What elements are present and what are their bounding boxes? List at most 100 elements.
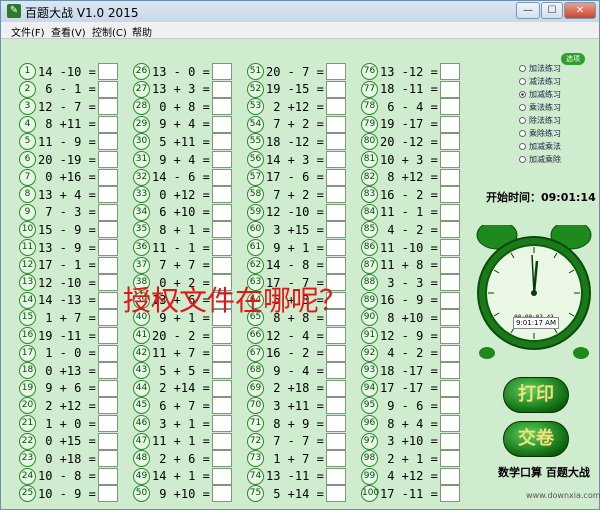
radio-icon[interactable] bbox=[519, 143, 526, 150]
answer-input[interactable] bbox=[325, 327, 346, 344]
answer-input[interactable] bbox=[97, 203, 118, 221]
close-button[interactable]: ✕ bbox=[564, 2, 596, 19]
answer-input[interactable] bbox=[325, 415, 346, 432]
answer-input[interactable] bbox=[211, 450, 232, 468]
mode-option[interactable]: 加法练习 bbox=[519, 63, 561, 74]
answer-input[interactable] bbox=[97, 485, 118, 503]
menu-view[interactable]: 查看(V) bbox=[51, 24, 86, 39]
answer-input[interactable] bbox=[325, 256, 346, 274]
answer-input[interactable] bbox=[211, 344, 232, 362]
answer-input[interactable] bbox=[325, 397, 346, 415]
answer-input[interactable] bbox=[439, 327, 460, 344]
answer-input[interactable] bbox=[325, 344, 346, 362]
answer-input[interactable] bbox=[97, 115, 118, 133]
answer-input[interactable] bbox=[97, 450, 118, 468]
answer-input[interactable] bbox=[211, 115, 232, 133]
answer-input[interactable] bbox=[439, 450, 460, 468]
answer-input[interactable] bbox=[439, 221, 460, 239]
answer-input[interactable] bbox=[211, 168, 232, 186]
mode-option[interactable]: 乘法练习 bbox=[519, 102, 561, 113]
answer-input[interactable] bbox=[439, 485, 460, 503]
mode-option[interactable]: 加减练习 bbox=[519, 89, 561, 100]
answer-input[interactable] bbox=[439, 256, 460, 274]
mode-option[interactable]: 除法练习 bbox=[519, 115, 561, 126]
mode-option[interactable]: 减法练习 bbox=[519, 76, 561, 87]
answer-input[interactable] bbox=[439, 415, 460, 432]
answer-input[interactable] bbox=[325, 450, 346, 468]
radio-icon[interactable] bbox=[519, 65, 526, 72]
answer-input[interactable] bbox=[211, 133, 232, 151]
answer-input[interactable] bbox=[211, 379, 232, 397]
answer-input[interactable] bbox=[97, 362, 118, 380]
answer-input[interactable] bbox=[439, 467, 460, 485]
menu-control[interactable]: 控制(C) bbox=[92, 24, 127, 39]
answer-input[interactable] bbox=[211, 256, 232, 274]
answer-input[interactable] bbox=[325, 239, 346, 256]
answer-input[interactable] bbox=[325, 63, 346, 80]
answer-input[interactable] bbox=[439, 203, 460, 221]
answer-input[interactable] bbox=[211, 432, 232, 450]
answer-input[interactable] bbox=[97, 344, 118, 362]
answer-input[interactable] bbox=[439, 362, 460, 380]
answer-input[interactable] bbox=[325, 168, 346, 186]
menu-file[interactable]: 文件(F) bbox=[11, 24, 45, 39]
answer-input[interactable] bbox=[97, 379, 118, 397]
answer-input[interactable] bbox=[325, 115, 346, 133]
answer-input[interactable] bbox=[439, 80, 460, 98]
answer-input[interactable] bbox=[325, 221, 346, 239]
answer-input[interactable] bbox=[97, 274, 118, 292]
answer-input[interactable] bbox=[97, 415, 118, 432]
answer-input[interactable] bbox=[97, 221, 118, 239]
answer-input[interactable] bbox=[211, 239, 232, 256]
answer-input[interactable] bbox=[211, 80, 232, 98]
menu-help[interactable]: 帮助 bbox=[132, 24, 152, 39]
answer-input[interactable] bbox=[325, 80, 346, 98]
print-button[interactable]: 打印 bbox=[503, 377, 569, 413]
answer-input[interactable] bbox=[211, 467, 232, 485]
answer-input[interactable] bbox=[211, 98, 232, 116]
answer-input[interactable] bbox=[97, 133, 118, 151]
answer-input[interactable] bbox=[439, 98, 460, 116]
answer-input[interactable] bbox=[97, 309, 118, 327]
answer-input[interactable] bbox=[439, 309, 460, 327]
answer-input[interactable] bbox=[211, 415, 232, 432]
mode-option[interactable]: 加减乘法 bbox=[519, 141, 561, 152]
answer-input[interactable] bbox=[325, 432, 346, 450]
answer-input[interactable] bbox=[211, 63, 232, 80]
mode-option[interactable]: 乘除练习 bbox=[519, 128, 561, 139]
mode-option[interactable]: 加减乘除 bbox=[519, 154, 561, 165]
answer-input[interactable] bbox=[211, 485, 232, 503]
answer-input[interactable] bbox=[325, 467, 346, 485]
answer-input[interactable] bbox=[439, 344, 460, 362]
answer-input[interactable] bbox=[211, 203, 232, 221]
radio-icon[interactable] bbox=[519, 156, 526, 163]
radio-icon[interactable] bbox=[519, 91, 526, 98]
title-bar[interactable]: ✎ 百题大战 V1.0 2015 — ☐ ✕ bbox=[1, 1, 599, 22]
answer-input[interactable] bbox=[325, 98, 346, 116]
radio-icon[interactable] bbox=[519, 130, 526, 137]
answer-input[interactable] bbox=[439, 274, 460, 292]
answer-input[interactable] bbox=[325, 186, 346, 204]
radio-icon[interactable] bbox=[519, 78, 526, 85]
answer-input[interactable] bbox=[325, 485, 346, 503]
answer-input[interactable] bbox=[211, 186, 232, 204]
answer-input[interactable] bbox=[325, 362, 346, 380]
radio-icon[interactable] bbox=[519, 104, 526, 111]
answer-input[interactable] bbox=[439, 239, 460, 256]
submit-button[interactable]: 交卷 bbox=[503, 421, 569, 457]
answer-input[interactable] bbox=[439, 63, 460, 80]
answer-input[interactable] bbox=[97, 151, 118, 168]
answer-input[interactable] bbox=[439, 432, 460, 450]
answer-input[interactable] bbox=[325, 379, 346, 397]
answer-input[interactable] bbox=[325, 203, 346, 221]
answer-input[interactable] bbox=[439, 397, 460, 415]
answer-input[interactable] bbox=[97, 168, 118, 186]
answer-input[interactable] bbox=[97, 291, 118, 309]
answer-input[interactable] bbox=[325, 133, 346, 151]
answer-input[interactable] bbox=[97, 63, 118, 80]
answer-input[interactable] bbox=[97, 98, 118, 116]
answer-input[interactable] bbox=[97, 327, 118, 344]
answer-input[interactable] bbox=[439, 379, 460, 397]
answer-input[interactable] bbox=[97, 467, 118, 485]
answer-input[interactable] bbox=[97, 239, 118, 256]
